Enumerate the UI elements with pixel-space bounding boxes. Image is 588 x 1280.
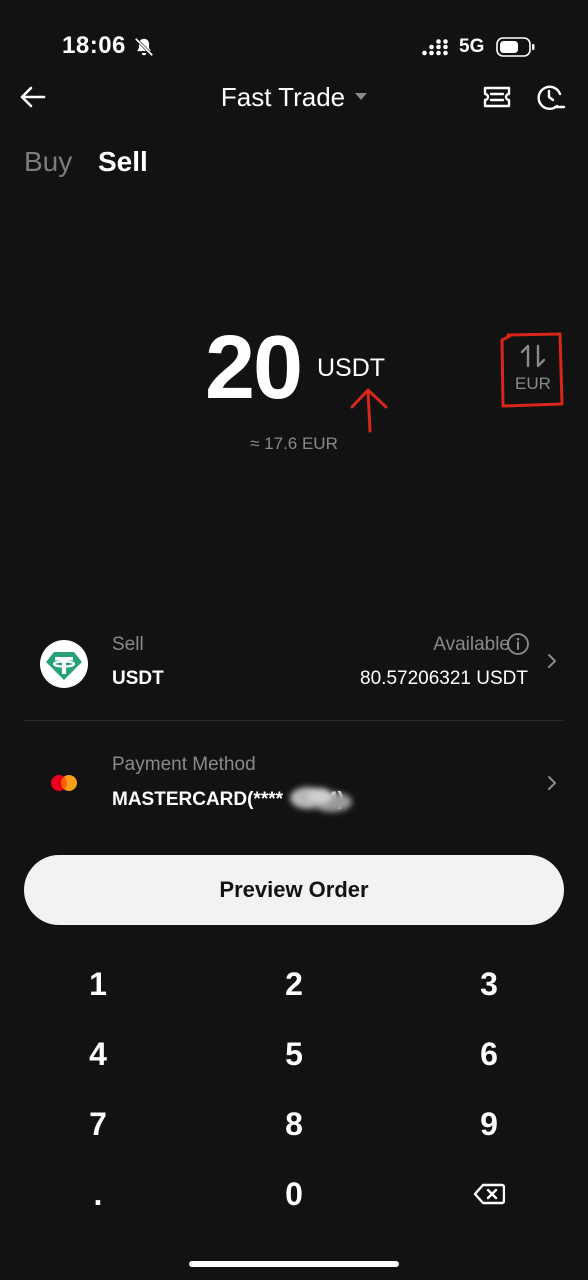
amount-currency: USDT bbox=[317, 354, 386, 382]
tab-buy[interactable]: Buy bbox=[24, 146, 72, 178]
page-title[interactable]: Fast Trade bbox=[221, 82, 345, 113]
amount-value: 20 bbox=[205, 318, 303, 418]
history-icon[interactable] bbox=[534, 81, 566, 113]
key-1[interactable]: 1 bbox=[18, 954, 178, 1014]
divider bbox=[24, 720, 564, 721]
chevron-right-icon bbox=[548, 776, 556, 790]
key-6[interactable]: 6 bbox=[409, 1024, 569, 1084]
home-indicator bbox=[189, 1261, 399, 1267]
backspace-icon bbox=[473, 1183, 505, 1205]
tab-sell[interactable]: Sell bbox=[98, 146, 148, 178]
key-7[interactable]: 7 bbox=[18, 1094, 178, 1154]
converted-amount: ≈ 17.6 EUR bbox=[250, 434, 338, 453]
chevron-right-icon bbox=[548, 654, 556, 668]
bell-off-icon bbox=[134, 37, 154, 57]
network-type: 5G bbox=[459, 36, 485, 57]
preview-order-button[interactable]: Preview Order bbox=[24, 855, 564, 925]
key-8[interactable]: 8 bbox=[214, 1094, 374, 1154]
signal-icon bbox=[422, 39, 448, 56]
battery-icon bbox=[496, 37, 535, 57]
key-2[interactable]: 2 bbox=[214, 954, 374, 1014]
sell-asset: USDT bbox=[112, 668, 164, 689]
sell-label: Sell bbox=[112, 634, 144, 655]
caret-down-icon[interactable] bbox=[355, 93, 368, 101]
key-3[interactable]: 3 bbox=[409, 954, 569, 1014]
mastercard-icon bbox=[51, 775, 77, 791]
ticket-icon[interactable] bbox=[481, 82, 513, 112]
sell-asset-row[interactable]: Sell USDT Available 80.57206321 USDT bbox=[24, 624, 564, 702]
redaction-scribble bbox=[290, 787, 352, 812]
tether-icon bbox=[40, 640, 88, 688]
info-icon[interactable] bbox=[506, 632, 530, 656]
card-mask-prefix: MASTERCARD(**** bbox=[112, 789, 284, 810]
annotation-arrow bbox=[350, 388, 388, 433]
payment-method-label: Payment Method bbox=[112, 754, 256, 775]
status-time: 18:06 bbox=[62, 32, 126, 59]
key-0[interactable]: 0 bbox=[214, 1164, 374, 1224]
key-decimal[interactable]: . bbox=[18, 1164, 178, 1224]
key-9[interactable]: 9 bbox=[409, 1094, 569, 1154]
key-5[interactable]: 5 bbox=[214, 1024, 374, 1084]
backspace-key[interactable] bbox=[409, 1164, 569, 1224]
available-label: Available bbox=[433, 634, 510, 655]
annotation-box bbox=[500, 332, 564, 408]
key-4[interactable]: 4 bbox=[18, 1024, 178, 1084]
available-balance: 80.57206321 USDT bbox=[360, 668, 528, 689]
